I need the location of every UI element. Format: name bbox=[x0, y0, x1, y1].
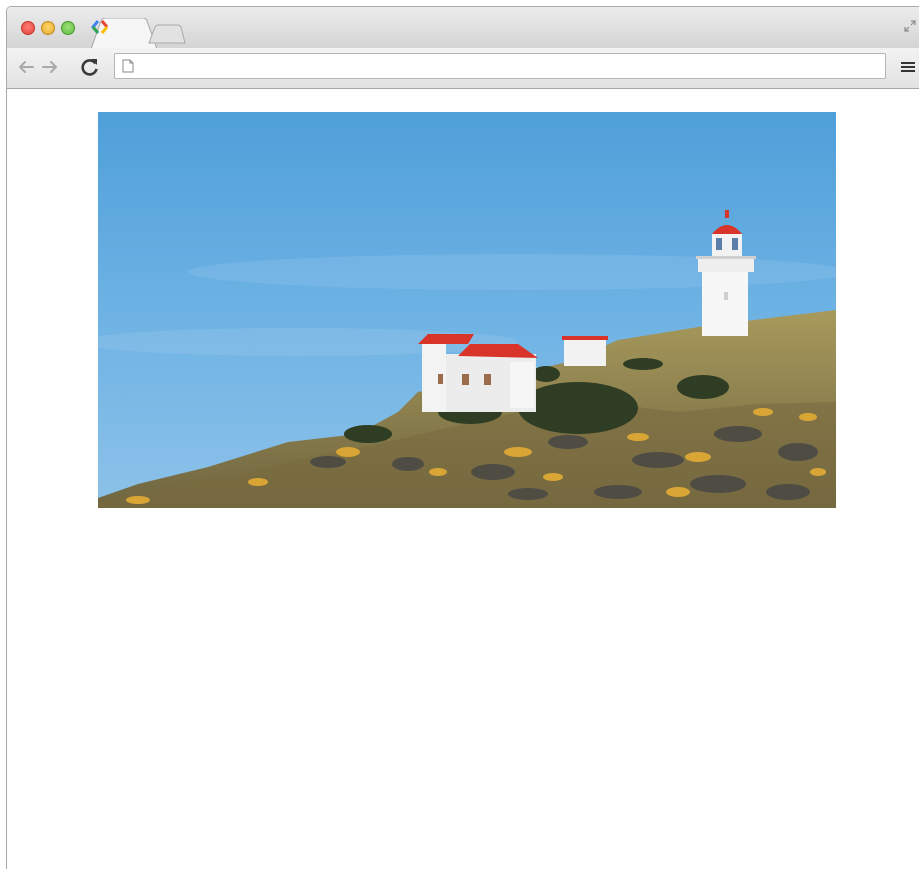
title-bar bbox=[7, 7, 919, 49]
address-input[interactable] bbox=[143, 57, 873, 75]
hamburger-menu-icon[interactable] bbox=[899, 57, 917, 77]
blank-page-icon bbox=[122, 59, 134, 73]
google-developers-icon bbox=[91, 20, 109, 34]
address-bar[interactable] bbox=[114, 53, 886, 79]
page-content bbox=[7, 89, 919, 869]
browser-toolbar bbox=[7, 48, 919, 89]
new-tab-button[interactable] bbox=[147, 24, 187, 44]
close-window-button[interactable] bbox=[21, 21, 35, 35]
fullscreen-icon[interactable] bbox=[904, 20, 916, 32]
forward-arrow-icon[interactable] bbox=[37, 54, 63, 80]
back-arrow-icon[interactable] bbox=[13, 54, 39, 80]
lighthouse-photo bbox=[98, 112, 836, 508]
browser-window bbox=[6, 6, 919, 869]
reload-icon[interactable] bbox=[77, 54, 103, 80]
maximize-window-button[interactable] bbox=[61, 21, 75, 35]
minimize-window-button[interactable] bbox=[41, 21, 55, 35]
